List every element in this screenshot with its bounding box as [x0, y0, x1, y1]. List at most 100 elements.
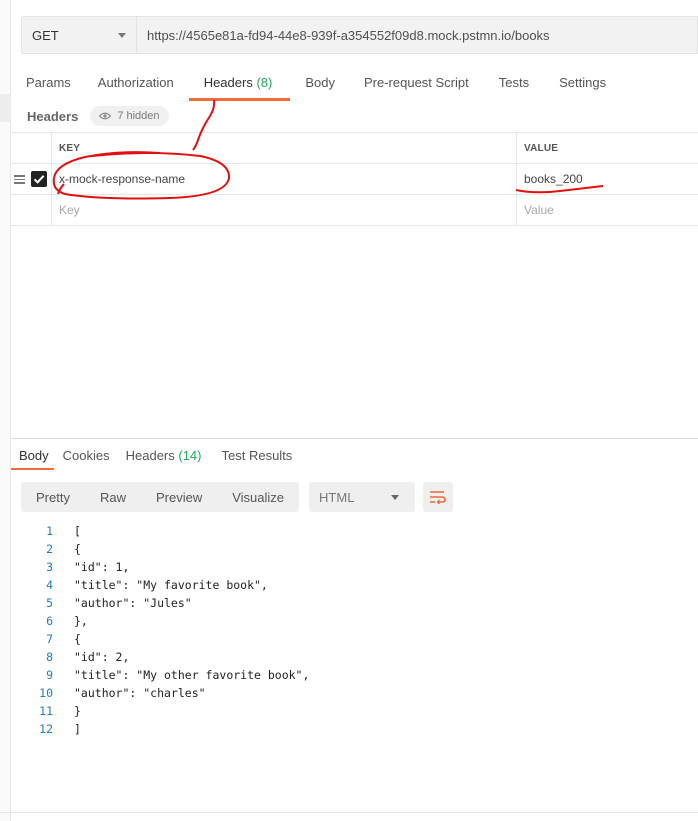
wrap-lines-icon	[430, 491, 446, 504]
header-value-input[interactable]: books_200	[516, 164, 698, 194]
code-line: 4 "title": "My favorite book",	[21, 576, 309, 594]
drag-handle-icon[interactable]	[14, 175, 25, 184]
wrap-lines-button[interactable]	[423, 482, 454, 512]
checkmark-icon	[33, 175, 45, 184]
tab-params[interactable]: Params	[26, 70, 71, 98]
tab-label: Authorization	[97, 75, 174, 90]
code-text: "id": 2,	[74, 650, 130, 664]
code-line: 7{	[21, 630, 309, 648]
code-line: 6},	[21, 612, 309, 630]
line-number: 4	[46, 578, 53, 592]
view-visualize-button[interactable]: Visualize	[217, 482, 299, 512]
sidebar-marker	[0, 94, 10, 122]
request-tabs: Params Authorization Headers (8) Body Pr…	[11, 70, 606, 101]
chevron-down-icon	[391, 495, 400, 500]
line-number: 11	[39, 704, 53, 718]
tab-response-body[interactable]: Body	[11, 444, 54, 470]
method-select[interactable]: GET	[21, 16, 137, 54]
tab-label: Headers	[125, 448, 175, 463]
headers-label: Headers	[27, 108, 79, 124]
code-line: 12]	[21, 720, 309, 738]
code-line: 1[	[21, 522, 309, 540]
bottom-border	[0, 812, 698, 813]
request-bar: GET https://4565e81a-fd94-44e8-939f-a354…	[21, 16, 698, 54]
tab-body[interactable]: Body	[305, 70, 335, 98]
headers-table: KEY VALUE x-mock-response-name books_200…	[11, 132, 698, 226]
pane-divider[interactable]	[11, 438, 698, 439]
tab-label: Body	[19, 448, 49, 463]
code-line: 5 "author": "Jules"	[21, 594, 309, 612]
response-tabs: Body Cookies Headers (14) Test Results	[11, 444, 292, 470]
tab-label: Cookies	[62, 448, 110, 463]
tab-label: Tests	[498, 75, 530, 90]
tab-pre-request-script[interactable]: Pre-request Script	[364, 70, 469, 98]
table-header-row: KEY VALUE	[11, 132, 698, 164]
tab-label: Body	[305, 75, 335, 90]
code-line: 3 "id": 1,	[21, 558, 309, 576]
line-number: 8	[46, 650, 53, 664]
key-column-header: KEY	[51, 133, 516, 163]
tab-authorization[interactable]: Authorization	[98, 70, 174, 98]
line-number: 6	[46, 614, 53, 628]
view-pretty-button[interactable]: Pretty	[21, 482, 85, 512]
view-preview-button[interactable]: Preview	[141, 482, 217, 512]
line-number: 3	[46, 560, 53, 574]
code-line: 8 "id": 2,	[21, 648, 309, 666]
tab-response-headers[interactable]: Headers (14)	[126, 444, 202, 468]
code-text: }	[74, 704, 81, 718]
line-number: 9	[46, 668, 53, 682]
code-text: "title": "My other favorite book",	[74, 668, 310, 682]
line-number: 12	[39, 722, 53, 736]
code-text: "author": "Jules"	[74, 596, 192, 610]
tab-count: (14)	[178, 448, 202, 463]
eye-icon	[99, 112, 112, 120]
new-value-input[interactable]: Value	[516, 195, 698, 225]
format-select[interactable]: HTML	[309, 482, 416, 512]
table-row-new: Key Value	[11, 195, 698, 226]
tab-count: (8)	[256, 75, 273, 90]
table-row: x-mock-response-name books_200	[11, 164, 698, 195]
tab-test-results[interactable]: Test Results	[222, 444, 293, 468]
tab-tests[interactable]: Tests	[499, 70, 529, 98]
left-sidebar-edge	[0, 0, 11, 821]
tab-cookies[interactable]: Cookies	[63, 444, 110, 468]
line-number: 5	[46, 596, 53, 610]
code-line: 10 "author": "charles"	[21, 684, 309, 702]
code-text: },	[74, 614, 88, 628]
tab-label: Headers	[203, 75, 253, 90]
tab-settings[interactable]: Settings	[559, 70, 606, 98]
tab-label: Params	[26, 75, 71, 90]
view-mode-group: Pretty Raw Preview Visualize	[21, 482, 300, 512]
tab-label: Settings	[559, 75, 607, 90]
code-line: 9 "title": "My other favorite book",	[21, 666, 309, 684]
format-label: HTML	[319, 489, 355, 505]
view-raw-button[interactable]: Raw	[85, 482, 141, 512]
chevron-down-icon	[118, 33, 126, 38]
code-line: 11}	[21, 702, 309, 720]
tab-headers[interactable]: Headers (8)	[188, 70, 291, 101]
value-column-header: VALUE	[516, 133, 698, 163]
url-input[interactable]: https://4565e81a-fd94-44e8-939f-a354552f…	[137, 16, 698, 54]
code-text: {	[74, 632, 81, 646]
line-number: 7	[46, 632, 53, 646]
new-key-input[interactable]: Key	[51, 195, 516, 225]
code-line: 2{	[21, 540, 309, 558]
code-text: "title": "My favorite book",	[74, 578, 268, 592]
tab-label: Pre-request Script	[363, 75, 469, 90]
header-enabled-checkbox[interactable]	[31, 171, 47, 187]
method-label: GET	[32, 27, 59, 43]
hidden-headers-toggle[interactable]: 7 hidden	[90, 106, 169, 126]
hidden-count-label: 7 hidden	[117, 110, 160, 122]
tab-label: Test Results	[221, 448, 293, 463]
line-number: 10	[39, 686, 53, 700]
code-text: "id": 1,	[74, 560, 130, 574]
line-number: 2	[46, 542, 53, 556]
code-text: [	[74, 524, 81, 538]
code-text: "author": "charles"	[74, 686, 206, 700]
line-number: 1	[46, 524, 53, 538]
response-body-code[interactable]: 1[2{3 "id": 1, 4 "title": "My favorite book…	[21, 522, 309, 738]
code-text: ]	[74, 722, 81, 736]
code-text: {	[74, 542, 81, 556]
header-key-input[interactable]: x-mock-response-name	[51, 164, 516, 194]
response-view-toolbar: Pretty Raw Preview Visualize HTML	[21, 482, 454, 512]
